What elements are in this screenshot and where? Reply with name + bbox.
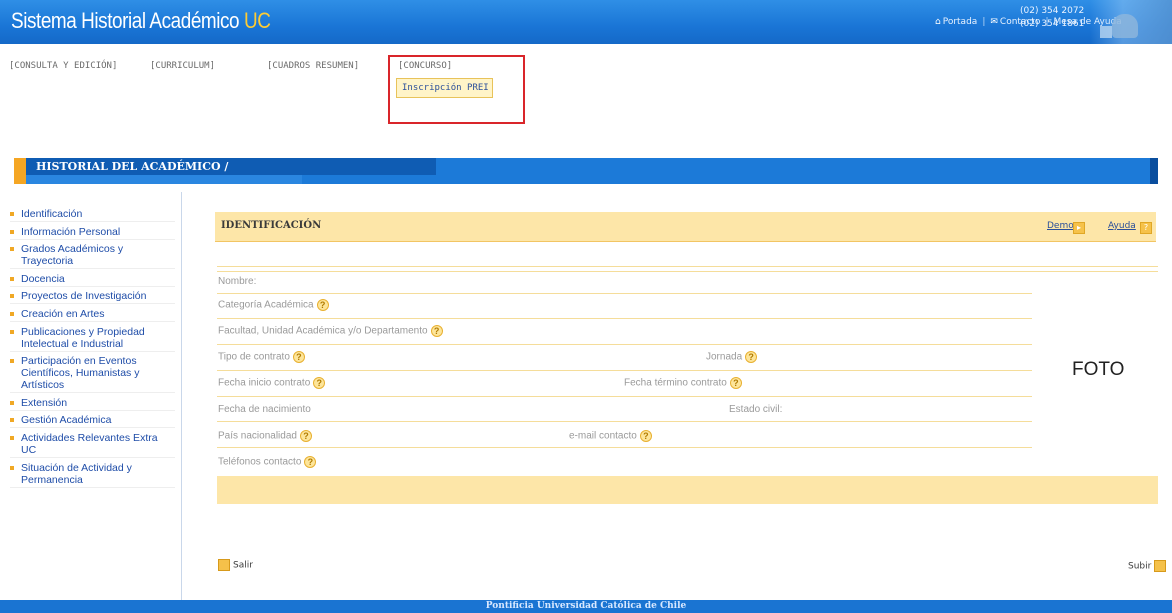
- arrow-up-icon: [1154, 560, 1167, 572]
- page-footer: Pontificia Universidad Católica de Chile: [0, 600, 1172, 613]
- row-divider: [217, 266, 1158, 267]
- section-bar-end: [1150, 158, 1158, 184]
- help-icon[interactable]: ?: [313, 377, 326, 389]
- sidebar-item-extension[interactable]: Extensión: [10, 397, 175, 411]
- sidebar-item-gestion-academica[interactable]: Gestión Académica: [10, 414, 175, 429]
- mail-icon: ✉: [990, 17, 998, 27]
- link-separator: |: [982, 17, 986, 27]
- sidebar-item-publicaciones[interactable]: Publicaciones y Propiedad Intelectual e …: [10, 326, 175, 352]
- header-decoration-square: [1100, 26, 1112, 38]
- panel-footer: [217, 476, 1158, 504]
- field-facultad: Facultad, Unidad Académica y/o Departame…: [218, 325, 443, 337]
- subir-button[interactable]: Subir: [1128, 560, 1167, 572]
- bullet-icon: [10, 465, 14, 470]
- panel-title: IDENTIFICACIÓN: [221, 220, 322, 231]
- ayuda-link[interactable]: Ayuda: [1108, 221, 1136, 231]
- field-pais: País nacionalidad?: [218, 430, 312, 442]
- row-divider: [217, 344, 1032, 345]
- help-icon[interactable]: ?: [292, 351, 305, 363]
- field-email: e-mail contacto?: [569, 430, 652, 442]
- field-estado-civil: Estado civil:: [729, 404, 783, 415]
- field-fecha-termino: Fecha término contrato?: [624, 377, 742, 389]
- top-header: Sistema Historial Académico UC ⌂ Portada |…: [0, 0, 1172, 44]
- home-icon: ⌂: [935, 17, 941, 27]
- exit-icon: [218, 559, 230, 571]
- photo-placeholder: FOTO: [1072, 359, 1125, 380]
- sidebar-item-proyectos-investigacion[interactable]: Proyectos de Investigación: [10, 290, 175, 305]
- menu-curriculum[interactable]: [CURRICULUM]: [150, 61, 215, 71]
- sidebar-item-participacion-eventos[interactable]: Participación en Eventos Científicos, Hu…: [10, 355, 175, 394]
- field-categoria: Categoría Académica?: [218, 299, 329, 311]
- help-icon[interactable]: ?: [729, 377, 742, 389]
- help-icon[interactable]: ?: [745, 351, 758, 363]
- help-icon[interactable]: ?: [304, 456, 317, 468]
- bullet-icon: [10, 276, 14, 281]
- field-fecha-inicio: Fecha inicio contrato?: [218, 377, 326, 389]
- section-title: HISTORIAL DEL ACADÉMICO /: [36, 160, 229, 173]
- sidebar-item-informacion-personal[interactable]: Información Personal: [10, 226, 175, 240]
- bullet-icon: [10, 329, 14, 334]
- header-decoration-figure: [1112, 14, 1138, 38]
- app-title-accent: UC: [243, 8, 271, 33]
- row-divider: [217, 447, 1032, 448]
- row-divider: [217, 293, 1032, 294]
- panel-header: IDENTIFICACIÓN Demo ▸ Ayuda ?: [215, 212, 1156, 242]
- row-divider: [217, 271, 1158, 272]
- submenu-inscripcion-prei[interactable]: Inscripción PREI: [396, 78, 493, 98]
- field-fecha-nacimiento: Fecha de nacimiento: [218, 404, 311, 415]
- field-jornada: Jornada?: [706, 351, 758, 363]
- salir-button[interactable]: Salir: [218, 559, 253, 571]
- bullet-icon: [10, 294, 14, 299]
- section-accent: [14, 158, 26, 184]
- menu-cuadros-resumen[interactable]: [CUADROS RESUMEN]: [267, 61, 359, 71]
- footer-text: Pontificia Universidad Católica de Chile: [485, 601, 687, 611]
- demo-link[interactable]: Demo: [1047, 221, 1074, 231]
- sidebar-item-grados-academicos[interactable]: Grados Académicos y Trayectoria: [10, 243, 175, 270]
- field-tipo-contrato: Tipo de contrato?: [218, 351, 305, 363]
- field-telefonos: Teléfonos contacto?: [218, 456, 317, 468]
- help-icon[interactable]: ?: [316, 299, 329, 311]
- section-bar-stub: [26, 175, 302, 184]
- sidebar-divider: [181, 192, 182, 600]
- field-nombre: Nombre:: [218, 276, 257, 287]
- bullet-icon: [10, 247, 14, 252]
- bullet-icon: [10, 229, 14, 234]
- app-title[interactable]: Sistema Historial Académico UC: [11, 8, 271, 34]
- bullet-icon: [10, 311, 14, 316]
- app-title-main: Sistema Historial Académico: [11, 8, 244, 33]
- sidebar-item-situacion-actividad[interactable]: Situación de Actividad y Permanencia: [10, 462, 175, 488]
- menu-consulta-edicion[interactable]: [CONSULTA Y EDICIÓN]: [9, 61, 117, 71]
- row-divider: [217, 370, 1032, 371]
- sidebar-item-identificacion[interactable]: Identificación: [10, 208, 175, 222]
- bullet-icon: [10, 359, 14, 364]
- row-divider: [217, 318, 1032, 319]
- row-divider: [217, 396, 1032, 397]
- help-icon[interactable]: ?: [639, 430, 652, 442]
- ayuda-help-icon[interactable]: ?: [1140, 222, 1152, 234]
- row-divider: [217, 421, 1032, 422]
- sidebar-item-creacion-artes[interactable]: Creación en Artes: [10, 308, 175, 322]
- help-icon[interactable]: ?: [430, 325, 443, 337]
- phone-numbers: (02) 354 2072 (02) 354 1861: [1020, 5, 1095, 31]
- bullet-icon: [10, 400, 14, 405]
- phone-2: (02) 354 1861: [1020, 19, 1085, 29]
- bullet-icon: [10, 418, 14, 423]
- sidebar-item-docencia[interactable]: Docencia: [10, 273, 175, 287]
- demo-play-icon[interactable]: ▸: [1073, 222, 1085, 234]
- sidebar-nav: Identificación Información Personal Grad…: [10, 208, 175, 491]
- sidebar-item-actividades-relevantes[interactable]: Actividades Relevantes Extra UC: [10, 432, 175, 458]
- portada-link[interactable]: ⌂ Portada: [935, 17, 977, 27]
- help-icon[interactable]: ?: [299, 430, 312, 442]
- bullet-icon: [10, 212, 14, 216]
- bullet-icon: [10, 435, 14, 440]
- phone-1: (02) 354 2072: [1020, 6, 1085, 16]
- section-bar: HISTORIAL DEL ACADÉMICO /: [26, 158, 1158, 184]
